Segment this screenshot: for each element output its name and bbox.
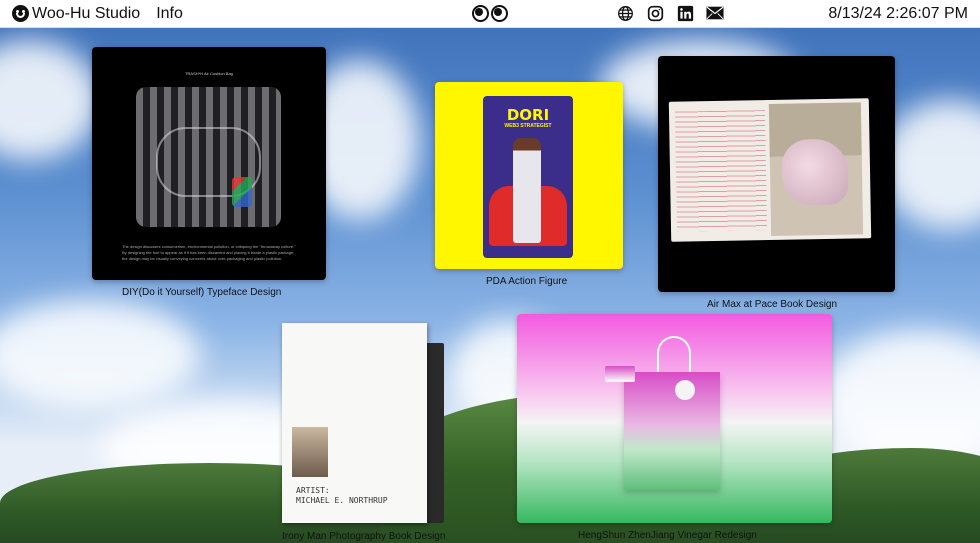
globe-icon[interactable] xyxy=(616,4,634,22)
brand[interactable]: Woo-Hu Studio xyxy=(12,5,140,23)
project-card-hengshun-vinegar[interactable] xyxy=(517,314,832,523)
project-card-pda-action-figure[interactable]: DORI WEB3 STRATEGIST xyxy=(435,82,623,269)
smiley-icon xyxy=(12,5,29,22)
air-cushion-bag-image xyxy=(136,87,281,227)
project-caption[interactable]: PDA Action Figure xyxy=(486,276,567,287)
artist-label: ARTIST: xyxy=(296,486,330,495)
action-figure-package: DORI WEB3 STRATEGIST xyxy=(483,96,573,258)
shopping-bag-image xyxy=(624,372,720,490)
package-subtitle: WEB3 STRATEGIST xyxy=(504,123,552,129)
eye-icon xyxy=(491,5,508,22)
top-bar: Woo-Hu Studio Info 8/13/24 2:26:07 PM xyxy=(0,0,980,28)
project-card-diy-typeface[interactable]: TRASH*H Air Cushion Bag The design discu… xyxy=(92,47,326,280)
mail-icon[interactable] xyxy=(706,4,724,22)
eyes-icon xyxy=(472,5,508,22)
project-description: The design discusses consumerism, enviro… xyxy=(122,244,296,261)
project-card-air-max-book[interactable] xyxy=(658,56,895,292)
social-links xyxy=(616,4,724,22)
artist-name: MICHAEL E. NORTHRUP xyxy=(296,496,388,505)
project-card-irony-man-book[interactable]: ARTIST: MICHAEL E. NORTHRUP xyxy=(282,323,444,523)
bag-tag xyxy=(675,380,695,400)
figure-image xyxy=(513,138,541,243)
project-caption[interactable]: HengShun ZhenJiang Vinegar Redesign xyxy=(578,530,757,541)
cloud xyxy=(0,40,100,160)
project-caption[interactable]: Air Max at Pace Book Design xyxy=(707,299,837,310)
project-caption[interactable]: Irony Man Photography Book Design xyxy=(282,531,445,542)
brand-name: Woo-Hu Studio xyxy=(32,4,141,22)
business-card-image xyxy=(605,366,635,382)
color-letters-image xyxy=(232,177,252,207)
cloud xyxy=(880,100,980,230)
portrait-image xyxy=(292,427,328,477)
eye-icon xyxy=(472,5,489,22)
package-title: DORI xyxy=(506,106,550,124)
book-text-lines xyxy=(674,110,768,232)
artist-credit: ARTIST: MICHAEL E. NORTHRUP xyxy=(296,486,388,506)
cloud xyxy=(0,300,200,410)
project-caption[interactable]: DIY(Do it Yourself) Typeface Design xyxy=(122,287,281,298)
open-book-image xyxy=(668,98,872,242)
instagram-icon[interactable] xyxy=(646,4,664,22)
info-link[interactable]: Info xyxy=(156,5,183,23)
project-top-text: TRASH*H Air Cushion Bag xyxy=(185,71,233,76)
book-front-cover: ARTIST: MICHAEL E. NORTHRUP xyxy=(282,323,427,523)
clock: 8/13/24 2:26:07 PM xyxy=(828,5,968,22)
rock-sculpture-image xyxy=(781,138,849,206)
linkedin-icon[interactable] xyxy=(676,4,694,22)
